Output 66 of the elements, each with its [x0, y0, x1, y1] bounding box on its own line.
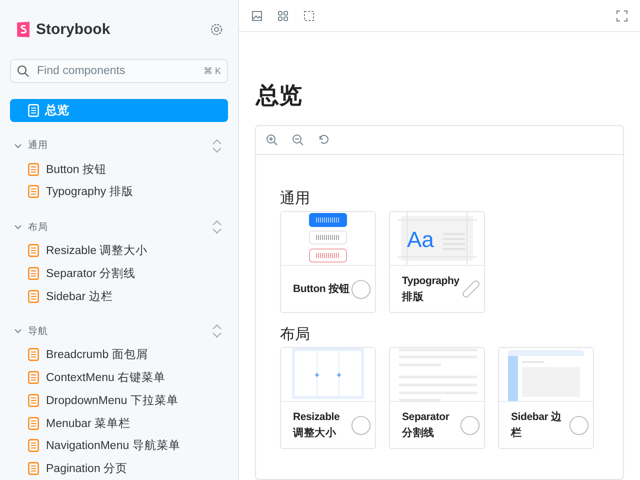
- sidebar-item[interactable]: ContextMenu 右键菜单: [10, 366, 228, 389]
- search-field[interactable]: Find components ⌘ K: [10, 59, 228, 84]
- sidebar-item[interactable]: Button 按钮: [10, 158, 228, 181]
- search-icon: [17, 65, 29, 78]
- sidebar-item[interactable]: NavigationMenu 导航菜单: [10, 434, 228, 458]
- expand-collapse-icon[interactable]: [212, 220, 222, 234]
- document-icon: [28, 290, 39, 303]
- component-card[interactable]: Separator 分割线: [389, 347, 485, 449]
- sidebar-item[interactable]: Resizable 调整大小: [10, 239, 228, 262]
- keyboard-shortcut: ⌘ K: [203, 66, 221, 77]
- sidebar-item[interactable]: Menubar 菜单栏: [10, 412, 228, 434]
- card-title: Resizable 调整大小: [293, 410, 341, 441]
- reset-icon[interactable]: [318, 134, 330, 146]
- document-icon: [28, 416, 39, 430]
- circle-icon: [351, 414, 371, 436]
- document-icon: [28, 394, 39, 407]
- brand-name: Storybook: [36, 21, 110, 38]
- group-heading[interactable]: 通用: [14, 139, 48, 152]
- document-icon: [28, 266, 39, 280]
- document-icon: [28, 185, 39, 198]
- circle-icon: [569, 414, 589, 436]
- document-icon: [28, 439, 39, 452]
- settings-icon[interactable]: [210, 23, 223, 36]
- section-heading: 布局: [280, 325, 311, 344]
- sidebar-item[interactable]: Sidebar 边栏: [10, 284, 228, 308]
- expand-collapse-icon[interactable]: [212, 324, 222, 338]
- buttons-preview-drawing: [308, 212, 348, 265]
- outline-icon[interactable]: [303, 10, 315, 22]
- section-heading: 通用: [280, 189, 311, 208]
- page-title: 总览: [256, 81, 303, 110]
- document-icon: [28, 462, 39, 476]
- grid-icon[interactable]: [277, 10, 289, 22]
- sidebar-item[interactable]: Pagination 分页: [10, 457, 228, 480]
- group-heading[interactable]: 导航: [14, 324, 48, 338]
- document-icon: [28, 162, 39, 176]
- paperclip-icon: [462, 280, 480, 298]
- sidebar-item[interactable]: Separator 分割线: [10, 262, 228, 285]
- card-title: Button 按钮: [293, 282, 351, 297]
- image-icon[interactable]: [251, 10, 263, 22]
- document-icon: [28, 348, 39, 362]
- sidebar-item[interactable]: Breadcrumb 面包屑: [10, 343, 228, 366]
- search-input[interactable]: Find components: [35, 64, 198, 78]
- document-icon: [28, 104, 39, 118]
- chevron-icon[interactable]: [14, 224, 22, 230]
- chevron-icon[interactable]: [14, 142, 22, 149]
- sidebar-item[interactable]: DropdownMenu 下拉菜单: [10, 388, 228, 412]
- logo-icon: [16, 21, 31, 38]
- expand-collapse-icon[interactable]: [212, 138, 222, 153]
- chevron-icon[interactable]: [14, 328, 22, 334]
- component-card[interactable]: Aa Typography 排版: [389, 211, 485, 313]
- card-title: Typography 排版: [402, 274, 460, 305]
- component-card[interactable]: Resizable 调整大小: [280, 347, 376, 449]
- component-card[interactable]: Button 按钮: [280, 211, 376, 313]
- circle-icon: [351, 278, 371, 300]
- zoom-out-icon[interactable]: [292, 134, 304, 146]
- document-icon: [28, 370, 39, 384]
- zoom-in-icon[interactable]: [266, 134, 278, 146]
- component-card[interactable]: Sidebar 边栏: [498, 347, 594, 449]
- card-title: Separator 分割线: [402, 410, 450, 441]
- card-title: Sidebar 边栏: [511, 410, 563, 441]
- fullscreen-icon[interactable]: [616, 10, 628, 22]
- typography-sample: Aa: [407, 227, 434, 252]
- circle-icon: [460, 414, 480, 436]
- group-heading[interactable]: 布局: [14, 220, 48, 234]
- document-icon: [28, 244, 39, 258]
- sidebar-item[interactable]: Typography 排版: [10, 180, 228, 204]
